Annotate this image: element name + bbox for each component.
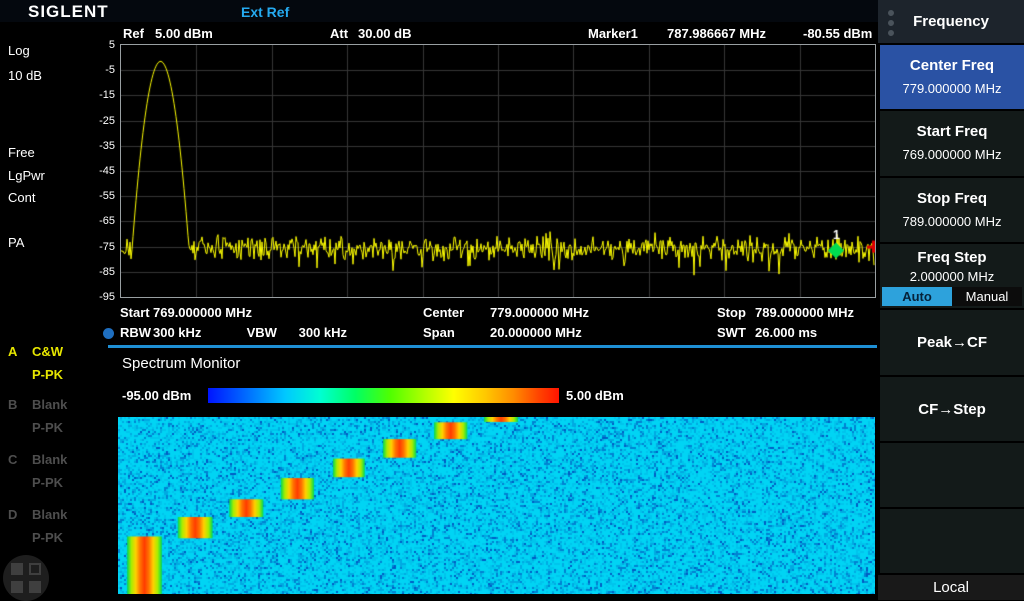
- marker-frequency: 787.986667 MHz: [667, 26, 766, 41]
- trace-c-annunciator: CBlank P-PK: [8, 452, 88, 490]
- att-value: 30.00 dB: [358, 26, 411, 41]
- start-freq-button[interactable]: Start Freq 769.000000 MHz: [880, 111, 1024, 176]
- rbw-vbw-readout: RBW300 kHz VBW300 kHz: [120, 325, 347, 340]
- y-axis-tick-label: -85: [99, 265, 115, 279]
- top-bar: SIGLENT Ext Ref: [0, 0, 878, 22]
- annunciator-trigger: Free: [8, 145, 35, 160]
- local-button[interactable]: Local: [878, 575, 1024, 600]
- ref-value: 5.00 dBm: [155, 26, 213, 41]
- waterfall-canvas: [118, 417, 875, 594]
- blank-softkey-2[interactable]: [880, 509, 1024, 573]
- y-axis-tick-label: -35: [99, 139, 115, 153]
- marker-level: -80.55 dBm: [803, 26, 872, 41]
- y-axis-tick-label: -45: [99, 164, 115, 178]
- annunciator-scale-div: 10 dB: [8, 68, 42, 83]
- grid-icon: [29, 581, 41, 593]
- y-axis-tick-label: -95: [99, 290, 115, 304]
- trace-d-annunciator: DBlank P-PK: [8, 507, 88, 545]
- colorbar-min-label: -95.00 dBm: [122, 388, 191, 403]
- trace-a-annunciator: AC&W P-PK: [8, 344, 88, 382]
- blank-softkey-1[interactable]: [880, 443, 1024, 507]
- annunciator-lgpwr: LgPwr: [8, 168, 45, 183]
- status-dot-icon: [103, 328, 114, 339]
- spectrum-monitor-title: Spectrum Monitor: [122, 355, 240, 372]
- waterfall-display: [118, 417, 875, 594]
- stop-freq-readout: Stop789.000000 MHz: [717, 305, 854, 320]
- section-divider: [108, 345, 877, 348]
- siglent-logo: SIGLENT: [28, 2, 109, 22]
- grid-icon: [29, 563, 41, 575]
- cf-to-step-button[interactable]: CF→Step: [880, 377, 1024, 441]
- menu-title: Frequency: [878, 13, 1024, 30]
- y-axis-tick-label: -5: [105, 63, 115, 77]
- grid-icon: [11, 581, 23, 593]
- y-axis-tick-label: -55: [99, 189, 115, 203]
- att-label: Att: [330, 26, 348, 41]
- y-axis-tick-label: 5: [109, 38, 115, 52]
- center-freq-button[interactable]: Center Freq 779.000000 MHz: [880, 45, 1024, 109]
- annunciator-scale-type: Log: [8, 43, 30, 58]
- auto-option[interactable]: Auto: [882, 287, 952, 306]
- home-menu-button[interactable]: [3, 555, 49, 601]
- menu-header-frequency: Frequency: [878, 0, 1024, 43]
- colorbar-gradient: [208, 388, 559, 403]
- sweep-time-readout: SWT26.000 ms: [717, 325, 817, 340]
- annunciator-preamp: PA: [8, 235, 24, 250]
- span-readout: Span20.000000 MHz: [423, 325, 582, 340]
- manual-option[interactable]: Manual: [952, 287, 1022, 306]
- ref-label: Ref: [123, 26, 144, 41]
- y-axis-tick-label: -75: [99, 240, 115, 254]
- freq-step-button[interactable]: Freq Step 2.000000 MHz Auto Manual: [880, 244, 1024, 308]
- freq-step-auto-manual-toggle: Auto Manual: [882, 287, 1022, 306]
- grid-icon: [11, 563, 23, 575]
- spectrum-trace-canvas: [121, 45, 875, 297]
- marker-label: Marker1: [588, 26, 638, 41]
- ext-ref-status: Ext Ref: [241, 4, 289, 20]
- annunciator-sweep-mode: Cont: [8, 190, 35, 205]
- spectrum-plot: [120, 44, 876, 298]
- center-freq-readout: Center779.000000 MHz: [423, 305, 589, 320]
- peak-to-cf-button[interactable]: Peak→CF: [880, 310, 1024, 375]
- start-freq-readout: Start769.000000 MHz: [120, 305, 252, 320]
- y-axis-tick-label: -65: [99, 214, 115, 228]
- colorbar-max-label: 5.00 dBm: [566, 388, 624, 403]
- trace-b-annunciator: BBlank P-PK: [8, 397, 88, 435]
- y-axis-tick-label: -15: [99, 88, 115, 102]
- stop-freq-button[interactable]: Stop Freq 789.000000 MHz: [880, 178, 1024, 242]
- y-axis-tick-label: -25: [99, 114, 115, 128]
